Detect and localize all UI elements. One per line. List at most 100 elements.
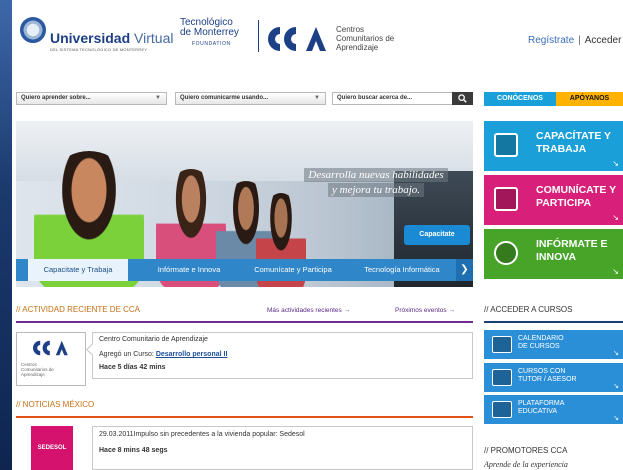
- news-headline: 29.03.2011Impulso sin precedentes a la v…: [99, 431, 305, 438]
- sedesol-logo[interactable]: SEDESOL: [31, 426, 73, 470]
- desktop-background: [0, 0, 12, 470]
- monitor-icon: [494, 133, 518, 157]
- course-label-line-2: EDUCATIVA: [518, 408, 558, 415]
- promoters-heading: // PROMOTORES CCA: [484, 446, 568, 455]
- activity-org: Centro Comunitario de Aprendizaje: [99, 336, 208, 343]
- arrow-icon: ↘: [613, 383, 619, 390]
- auth-links: Regístrate | Acceder: [528, 35, 621, 46]
- hero-tab-tecnologia[interactable]: Tecnología Informática: [352, 259, 452, 281]
- universidad-virtual-logo[interactable]: Universidad Virtual: [50, 30, 173, 46]
- course-label-line-1: PLATAFORMA: [518, 400, 565, 407]
- course-label-line-2: DE CURSOS: [518, 343, 560, 350]
- learn-about-label: Quiero aprender sobre...: [21, 95, 91, 101]
- tab-apoyanos[interactable]: APÓYANOS: [556, 92, 623, 106]
- hero-caption-line-1: Desarrolla nuevas habilidades: [304, 168, 448, 182]
- tile-label-line-1: CAPACÍTATE Y: [536, 130, 612, 142]
- hero-banner[interactable]: Desarrolla nuevas habilidades y mejora t…: [16, 121, 473, 287]
- tec-foundation-label: FOUNDATION: [192, 41, 231, 47]
- tile-label-line-2: TRABAJA: [536, 143, 587, 155]
- tab-conocenos[interactable]: CONÓCENOS: [484, 92, 556, 106]
- hero-caption-line-2: y mejora tu trabajo.: [328, 183, 424, 197]
- cca-title-line-1: Centros: [336, 25, 365, 34]
- hero-tab-comunicate[interactable]: Comunícate y Participa: [242, 259, 344, 281]
- tile-informate-innova[interactable]: INFÓRMATE E INNOVA ↘: [484, 229, 623, 279]
- universidad-virtual-seal-icon[interactable]: [20, 17, 46, 43]
- arrow-icon: ↘: [613, 350, 619, 357]
- login-link[interactable]: Acceder: [585, 35, 622, 46]
- people-icon: [492, 369, 512, 386]
- news-heading: // NOTICIAS MÉXICO: [16, 400, 95, 409]
- activity-avatar[interactable]: Centros Comunitarios de Aprendizaje: [16, 332, 86, 386]
- activity-action-text: Agregó un Curso:: [99, 351, 156, 358]
- course-label: PLATAFORMA EDUCATIVA: [518, 400, 564, 416]
- upcoming-events-link[interactable]: Próximos eventos →: [395, 307, 455, 314]
- cca-title: Centros Comunitarios de Aprendizaje: [336, 25, 394, 52]
- cca-logo-icon: [33, 340, 68, 356]
- chevron-down-icon: ▼: [155, 95, 161, 101]
- lightbulb-icon: [494, 241, 518, 265]
- calendar-icon: [492, 336, 512, 353]
- communicate-using-select[interactable]: Quiero comunicarme usando... ▼: [175, 92, 326, 105]
- header-divider: [258, 20, 259, 52]
- uv-name-bold: Universidad: [50, 30, 131, 46]
- arrow-icon: ↘: [612, 267, 619, 276]
- webpage: Universidad Virtual DEL SISTEMA TECNOLÓG…: [12, 0, 623, 470]
- news-item[interactable]: 29.03.2011Impulso sin precedentes a la v…: [92, 426, 473, 470]
- hero-tab-capacitate[interactable]: Capacitate y Trabaja: [28, 259, 128, 281]
- search-button[interactable]: [452, 92, 473, 105]
- tec-line-2: de Monterrey: [180, 27, 239, 38]
- uv-name-thin: Virtual: [134, 30, 174, 46]
- tile-label: COMUNÍCATE Y PARTICIPA: [536, 184, 616, 210]
- tile-label-line-2: PARTICIPA: [536, 197, 592, 209]
- activity-item: Centro Comunitario de Aprendizaje Agregó…: [92, 332, 473, 379]
- arrow-icon: ↘: [612, 159, 619, 168]
- course-platform-button[interactable]: PLATAFORMA EDUCATIVA ↘: [484, 395, 623, 424]
- avatar-caption-line-3: Aprendizaje: [21, 372, 45, 377]
- cca-title-line-3: Aprendizaje: [336, 43, 379, 52]
- learn-about-select[interactable]: Quiero aprender sobre... ▼: [16, 92, 167, 105]
- capacitate-button[interactable]: Capacitate: [404, 225, 470, 245]
- search-placeholder: Quiero buscar acerca de...: [337, 95, 413, 101]
- course-label-line-1: CALENDARIO: [518, 335, 564, 342]
- news-time: Hace 8 mins 48 segs: [99, 447, 168, 454]
- course-label-line-2: TUTOR / ASESOR: [518, 376, 577, 383]
- cca-title-line-2: Comunitarios de: [336, 34, 395, 43]
- arrow-icon: ↘: [612, 213, 619, 222]
- arrow-icon: ↘: [613, 415, 619, 422]
- tec-foundation-logo[interactable]: Tecnológico de Monterrey FOUNDATION: [180, 18, 239, 49]
- tile-comunicate-participa[interactable]: COMUNÍCATE Y PARTICIPA ↘: [484, 175, 623, 225]
- site-header: Universidad Virtual DEL SISTEMA TECNOLÓG…: [12, 0, 623, 66]
- course-label-line-1: CURSOS CON: [518, 368, 566, 375]
- activity-course-link[interactable]: Desarrollo personal II: [156, 351, 228, 358]
- courses-heading: // ACCEDER A CURSOS: [484, 305, 573, 314]
- chevron-right-icon[interactable]: ❯: [456, 259, 473, 281]
- course-calendar-button[interactable]: CALENDARIO DE CURSOS ↘: [484, 330, 623, 359]
- course-label: CURSOS CON TUTOR / ASESOR: [518, 368, 577, 384]
- tile-label-line-2: INNOVA: [536, 251, 577, 263]
- hero-tabs: Capacitate y Trabaja Infórmate e Innova …: [16, 259, 473, 281]
- activity-time: Hace 5 días 42 mins: [99, 364, 166, 371]
- activity-action: Agregó un Curso: Desarrollo personal II: [99, 351, 227, 358]
- hero-tab-informate[interactable]: Infórmate e Innova: [144, 259, 234, 281]
- auth-separator: |: [578, 35, 581, 46]
- course-tutor-button[interactable]: CURSOS CON TUTOR / ASESOR ↘: [484, 363, 623, 392]
- more-activities-link[interactable]: Más actividades recientes →: [267, 307, 350, 314]
- screen-icon: [492, 401, 512, 418]
- chat-icon: [494, 187, 518, 211]
- activity-heading: // ACTIVIDAD RECIENTE DE CCA: [16, 305, 141, 314]
- uv-subtitle: DEL SISTEMA TECNOLÓGICO DE MONTERREY: [50, 47, 148, 52]
- courses-divider: [484, 321, 623, 323]
- cca-logo-icon[interactable]: [268, 25, 328, 53]
- activity-divider: [16, 321, 473, 323]
- news-divider: [16, 416, 473, 418]
- tile-label: INFÓRMATE E INNOVA: [536, 238, 608, 264]
- register-link[interactable]: Regístrate: [528, 35, 574, 46]
- tile-label-line-1: INFÓRMATE E: [536, 238, 608, 250]
- tile-capacitate-trabaja[interactable]: CAPACÍTATE Y TRABAJA ↘: [484, 121, 623, 171]
- communicate-using-label: Quiero comunicarme usando...: [180, 95, 269, 101]
- course-label: CALENDARIO DE CURSOS: [518, 335, 564, 351]
- search-icon: [458, 94, 467, 103]
- promoters-subtitle: Aprende de la experiencia: [484, 460, 568, 469]
- chevron-down-icon: ▼: [314, 95, 320, 101]
- tile-label-line-1: COMUNÍCATE Y: [536, 184, 617, 196]
